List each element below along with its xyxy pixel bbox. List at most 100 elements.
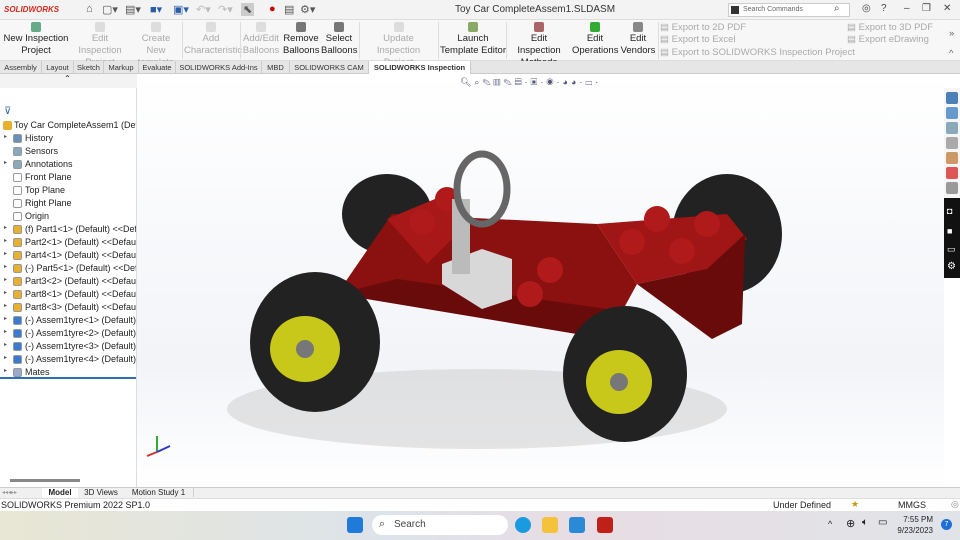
tree-root[interactable]: Toy Car CompleteAssem1 (Default — [0, 119, 136, 132]
solidworks-taskbar-icon[interactable] — [597, 517, 613, 533]
export-3d-pdf-button[interactable]: ▤ Export to 3D PDF — [847, 22, 933, 33]
tab-cam[interactable]: SOLIDWORKS CAM — [290, 61, 369, 74]
expand-arrow-icon[interactable]: ▸ — [4, 302, 7, 309]
tree-node[interactable]: ▸ (-) Assem1tyre<1> (Default) — [0, 314, 136, 327]
rebuild-status-icon[interactable]: ★ — [851, 499, 859, 510]
expand-arrow-icon[interactable]: ▸ — [4, 315, 7, 322]
graphics-area[interactable]: 🔍︎⌕✎▥✎▤·▣·◉·◕◕·▭· — [137, 74, 944, 487]
expand-arrow-icon[interactable]: ▸ — [4, 159, 7, 166]
appearances-icon[interactable] — [946, 152, 958, 164]
new-inspection-project-button[interactable]: New Inspection Project — [3, 22, 69, 57]
clock-time[interactable]: 7:55 PM — [903, 515, 933, 524]
filter-icon[interactable]: ⊽ — [4, 106, 11, 117]
camera-icon[interactable]: ◘ — [947, 206, 952, 216]
tree-node[interactable]: Sensors — [0, 145, 136, 158]
collapse-panel-icon[interactable]: ⌃ — [64, 74, 71, 83]
resources-icon[interactable] — [946, 92, 958, 104]
expand-ribbon-icon[interactable]: » — [949, 28, 954, 39]
forum-icon[interactable] — [946, 182, 958, 194]
edge-icon[interactable] — [515, 517, 531, 533]
expand-arrow-icon[interactable]: ▸ — [4, 224, 7, 231]
clock-date[interactable]: 9/23/2023 — [896, 526, 933, 535]
tree-node[interactable]: Top Plane — [0, 184, 136, 197]
save-icon[interactable]: ■▾ — [150, 3, 162, 16]
edit-vendors-button[interactable]: Edit Vendors — [620, 22, 656, 57]
tree-node[interactable]: ▸ Annotations — [0, 158, 136, 171]
view-palette-icon[interactable] — [946, 137, 958, 149]
expand-arrow-icon[interactable]: ▸ — [4, 289, 7, 296]
options-icon[interactable]: ⚙▾ — [300, 3, 315, 16]
file-explorer-icon[interactable] — [542, 517, 558, 533]
tree-node[interactable]: ▸ Part3<2> (Default) <<Default — [0, 275, 136, 288]
open-icon[interactable]: ▤▾ — [125, 3, 141, 16]
custom-properties-icon[interactable] — [946, 167, 958, 179]
tab-sketch[interactable]: Sketch — [74, 61, 104, 74]
collapse-ribbon-icon[interactable]: ^ — [949, 48, 953, 59]
vscode-icon[interactable] — [569, 517, 585, 533]
undo-icon[interactable]: ↶▾ — [196, 3, 211, 16]
show-hidden-icons[interactable]: ^ — [828, 519, 832, 529]
expand-arrow-icon[interactable]: ▸ — [4, 237, 7, 244]
search-commands-input[interactable]: Search Commands — [728, 3, 850, 17]
toy-car-model[interactable] — [137, 74, 944, 487]
tab-evaluate[interactable]: Evaluate — [139, 61, 176, 74]
file-explorer-icon[interactable] — [946, 122, 958, 134]
edit-operations-button[interactable]: Edit Operations — [572, 22, 618, 57]
export-edrawing-button[interactable]: ▤ Export eDrawing — [847, 34, 929, 45]
tree-node[interactable]: ▸ Part8<3> (Default) <<Default — [0, 301, 136, 314]
window-icon[interactable]: ▭ — [947, 244, 956, 255]
minimize-button[interactable]: – — [904, 3, 910, 14]
expand-arrow-icon[interactable]: ▸ — [4, 341, 7, 348]
search-icon[interactable]: ⌕ — [834, 3, 840, 14]
tab-assembly[interactable]: Assembly — [0, 61, 42, 74]
help-icon[interactable]: ? — [881, 3, 887, 14]
tree-node[interactable]: ▸ (-) Assem1tyre<2> (Default) — [0, 327, 136, 340]
rollback-bar[interactable] — [0, 377, 136, 379]
expand-arrow-icon[interactable]: ▸ — [4, 263, 7, 270]
tab-model[interactable]: Model — [42, 488, 78, 498]
expand-arrow-icon[interactable]: ▸ — [4, 367, 7, 374]
export-inspection-project-button[interactable]: ▤ Export to SOLIDWORKS Inspection Projec… — [660, 47, 855, 58]
design-library-icon[interactable] — [946, 107, 958, 119]
user-icon[interactable]: ◎ — [862, 3, 871, 14]
tree-node[interactable]: Front Plane — [0, 171, 136, 184]
expand-arrow-icon[interactable]: ▸ — [4, 328, 7, 335]
expand-arrow-icon[interactable]: ▸ — [4, 354, 7, 361]
customize-status-icon[interactable]: ◎ — [951, 499, 959, 510]
tree-node[interactable]: ▸ (-) Assem1tyre<4> (Default) — [0, 353, 136, 366]
tree-node[interactable]: ▸ Part8<1> (Default) <<Default — [0, 288, 136, 301]
tree-node[interactable]: ▸ Part2<1> (Default) <<Default — [0, 236, 136, 249]
expand-arrow-icon[interactable]: ▸ — [4, 133, 7, 140]
tab-mbd[interactable]: MBD — [262, 61, 290, 74]
tab-layout[interactable]: Layout — [42, 61, 74, 74]
restore-button[interactable]: ❐ — [922, 3, 931, 14]
tree-node[interactable]: Origin — [0, 210, 136, 223]
redo-icon[interactable]: ↷▾ — [218, 3, 233, 16]
add-characteristic-button[interactable]: Add Characteristic — [184, 22, 242, 57]
rebuild-icon[interactable]: ● — [269, 3, 276, 15]
tree-node[interactable]: ▸ Part4<1> (Default) <<Default — [0, 249, 136, 262]
unit-system[interactable]: MMGS — [898, 500, 926, 510]
horizontal-scrollbar[interactable] — [10, 479, 80, 482]
settings-icon[interactable]: ⚙ — [947, 261, 956, 272]
expand-arrow-icon[interactable]: ▸ — [4, 250, 7, 257]
tab-addins[interactable]: SOLIDWORKS Add-Ins — [176, 61, 262, 74]
solidworks-logo[interactable]: SOLIDWORKS — [4, 5, 59, 14]
tree-node[interactable]: ▸ (-) Part5<1> (Default) <<Def — [0, 262, 136, 275]
network-icon[interactable]: ⊕ — [846, 517, 855, 530]
tab-motion-study[interactable]: Motion Study 1 — [124, 488, 194, 497]
video-icon[interactable]: ■ — [947, 226, 952, 236]
tab-scroll-arrows[interactable]: ◂◂◂▸▸ — [2, 489, 17, 496]
add-edit-balloons-button[interactable]: Add/Edit Balloons — [242, 22, 280, 57]
close-button[interactable]: ✕ — [943, 3, 951, 14]
expand-arrow-icon[interactable]: ▸ — [4, 276, 7, 283]
remove-balloons-button[interactable]: Remove Balloons — [283, 22, 319, 57]
export-2d-pdf-button[interactable]: ▤ Export to 2D PDF — [660, 22, 746, 33]
select-icon[interactable]: ⬉ — [241, 3, 255, 16]
home-icon[interactable]: ⌂ — [86, 3, 93, 15]
tab-3d-views[interactable]: 3D Views — [80, 488, 122, 497]
battery-icon[interactable]: ▭ — [878, 517, 887, 528]
tree-node[interactable]: ▸ History — [0, 132, 136, 145]
tree-node[interactable]: Right Plane — [0, 197, 136, 210]
new-file-icon[interactable]: ▢▾ — [102, 3, 118, 16]
